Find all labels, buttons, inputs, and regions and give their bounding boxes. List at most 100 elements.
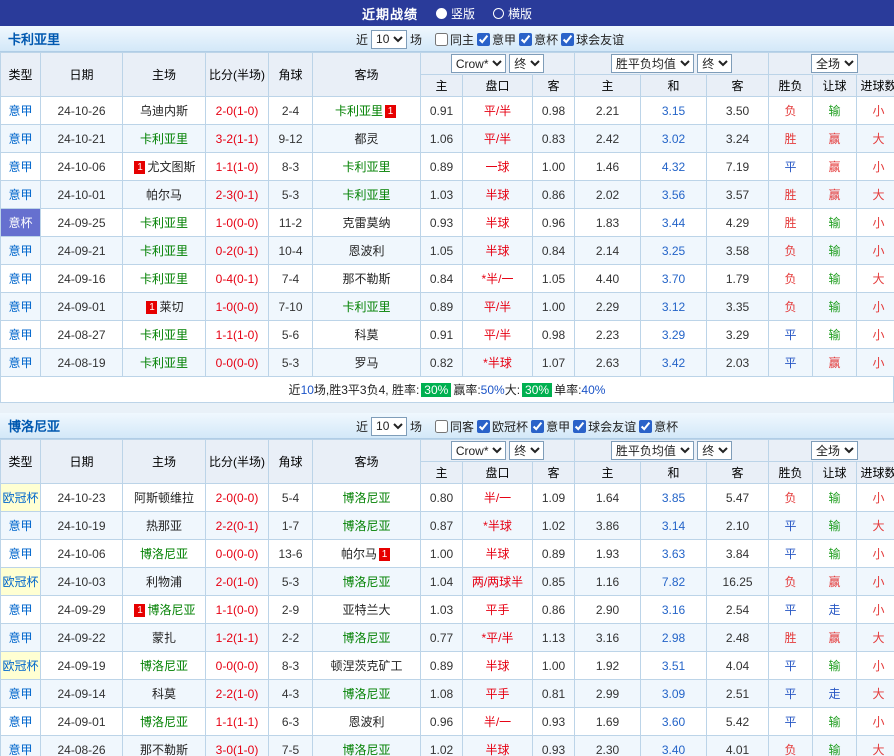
- team-name[interactable]: 博洛尼亚: [342, 519, 390, 533]
- team-name[interactable]: 顿涅茨克矿工: [330, 659, 402, 673]
- home-team-cell: 那不勒斯: [123, 736, 206, 756]
- team-name[interactable]: 博洛尼亚: [140, 547, 188, 561]
- match-row: 意甲24-09-21卡利亚里0-2(0-1)10-4恩波利1.05半球0.842…: [1, 237, 894, 265]
- team-name[interactable]: 博洛尼亚: [342, 491, 390, 505]
- team-name[interactable]: 卡利亚里: [140, 132, 188, 146]
- team-name[interactable]: 卡利亚里: [342, 160, 390, 174]
- result-wdl-cell: 平: [769, 512, 813, 540]
- corner-cell: 6-3: [269, 708, 313, 736]
- score-cell: 2-0(1-0): [206, 97, 269, 125]
- filter-checkbox-item[interactable]: 同客: [434, 418, 474, 435]
- team-name[interactable]: 蒙扎: [152, 631, 176, 645]
- odds-company-select[interactable]: Crow*: [451, 54, 506, 73]
- odds-away-cell: 0.89: [533, 540, 575, 568]
- team-name[interactable]: 博洛尼亚: [342, 743, 390, 756]
- filter-checkbox[interactable]: [477, 420, 490, 433]
- team-name[interactable]: 帕尔马: [341, 547, 377, 561]
- team-name[interactable]: 博洛尼亚: [342, 575, 390, 589]
- date-cell: 24-09-01: [41, 293, 123, 321]
- team-name-title[interactable]: 卡利亚里: [8, 29, 60, 48]
- filter-checkbox-item[interactable]: 同主: [434, 31, 474, 48]
- filter-checkbox-item[interactable]: 球会友谊: [560, 31, 624, 48]
- avg-stage-select[interactable]: 终: [697, 441, 732, 460]
- team-name[interactable]: 那不勒斯: [342, 272, 390, 286]
- col-odds-home: 主: [421, 75, 463, 97]
- team-name[interactable]: 热那亚: [146, 519, 182, 533]
- home-team-cell: 阿斯顿维拉: [123, 484, 206, 512]
- result-wdl-cell: 负: [769, 97, 813, 125]
- avg-home-cell: 2.02: [575, 181, 641, 209]
- date-cell: 24-09-22: [41, 624, 123, 652]
- team-name[interactable]: 恩波利: [348, 244, 384, 258]
- team-name[interactable]: 亚特兰大: [342, 603, 390, 617]
- league-type-cell: 意甲: [1, 181, 41, 209]
- odds-away-cell: 1.09: [533, 484, 575, 512]
- filter-checkbox[interactable]: [435, 420, 448, 433]
- team-name[interactable]: 卡利亚里: [140, 272, 188, 286]
- filter-checkbox[interactable]: [435, 33, 448, 46]
- team-name[interactable]: 卡利亚里: [140, 244, 188, 258]
- team-name[interactable]: 尤文图斯: [147, 160, 195, 174]
- result-overunder-cell: 大: [857, 181, 894, 209]
- filter-checkbox-item[interactable]: 意杯: [518, 31, 558, 48]
- corner-cell: 2-2: [269, 624, 313, 652]
- team-name[interactable]: 卡利亚里: [335, 104, 383, 118]
- team-name[interactable]: 都灵: [354, 132, 378, 146]
- team-name[interactable]: 卡利亚里: [342, 188, 390, 202]
- team-name[interactable]: 莱切: [159, 300, 183, 314]
- team-name[interactable]: 帕尔马: [146, 188, 182, 202]
- odds-stage-select[interactable]: 终: [509, 441, 544, 460]
- filter-checkbox-item[interactable]: 意甲: [476, 31, 516, 48]
- odds-away-cell: 0.93: [533, 736, 575, 756]
- layout-radio-vertical[interactable]: 竖版: [436, 5, 475, 22]
- filter-checkbox-item[interactable]: 球会友谊: [572, 418, 636, 435]
- team-name[interactable]: 科莫: [152, 687, 176, 701]
- team-name[interactable]: 那不勒斯: [140, 743, 188, 756]
- layout-radio-horizontal[interactable]: 横版: [493, 5, 532, 22]
- team-name[interactable]: 博洛尼亚: [140, 715, 188, 729]
- team-name[interactable]: 卡利亚里: [140, 216, 188, 230]
- filter-checkbox[interactable]: [639, 420, 652, 433]
- team-name[interactable]: 博洛尼亚: [342, 631, 390, 645]
- handicap-cell: 平手: [463, 680, 533, 708]
- filter-checkbox[interactable]: [477, 33, 490, 46]
- filter-checkbox[interactable]: [531, 420, 544, 433]
- team-name[interactable]: 利物浦: [146, 575, 182, 589]
- team-name-title[interactable]: 博洛尼亚: [8, 416, 60, 435]
- team-name[interactable]: 卡利亚里: [342, 300, 390, 314]
- odds-company-select[interactable]: Crow*: [451, 441, 506, 460]
- filter-label: 球会友谊: [588, 418, 636, 435]
- team-name[interactable]: 卡利亚里: [140, 328, 188, 342]
- league-type-cell: 意甲: [1, 237, 41, 265]
- filter-checkbox-item[interactable]: 意甲: [530, 418, 570, 435]
- team-name[interactable]: 科莫: [354, 328, 378, 342]
- filter-checkbox[interactable]: [561, 33, 574, 46]
- match-count-select[interactable]: 10: [371, 417, 407, 436]
- team-name[interactable]: 博洛尼亚: [147, 603, 195, 617]
- odds-away-cell: 0.86: [533, 596, 575, 624]
- odds-home-cell: 0.93: [421, 209, 463, 237]
- match-count-select[interactable]: 10: [371, 30, 407, 49]
- filter-checkbox-item[interactable]: 欧冠杯: [476, 418, 528, 435]
- avg-type-select[interactable]: 胜平负均值: [611, 54, 694, 73]
- team-name[interactable]: 阿斯顿维拉: [134, 491, 194, 505]
- team-name[interactable]: 克雷莫纳: [342, 216, 390, 230]
- team-name[interactable]: 罗马: [354, 356, 378, 370]
- team-name[interactable]: 恩波利: [348, 715, 384, 729]
- odds-stage-select[interactable]: 终: [509, 54, 544, 73]
- team-name[interactable]: 博洛尼亚: [140, 659, 188, 673]
- filter-checkbox[interactable]: [519, 33, 532, 46]
- avg-stage-select[interactable]: 终: [697, 54, 732, 73]
- team-name[interactable]: 卡利亚里: [140, 356, 188, 370]
- team-name[interactable]: 博洛尼亚: [342, 687, 390, 701]
- team-name[interactable]: 乌迪内斯: [140, 104, 188, 118]
- filter-label: 同主: [450, 31, 474, 48]
- filter-checkbox[interactable]: [573, 420, 586, 433]
- result-overunder-cell: 小: [857, 97, 894, 125]
- scope-select[interactable]: 全场: [811, 54, 858, 73]
- scope-select[interactable]: 全场: [811, 441, 858, 460]
- avg-home-cell: 3.86: [575, 512, 641, 540]
- home-team-cell: 博洛尼亚: [123, 652, 206, 680]
- filter-checkbox-item[interactable]: 意杯: [638, 418, 678, 435]
- avg-type-select[interactable]: 胜平负均值: [611, 441, 694, 460]
